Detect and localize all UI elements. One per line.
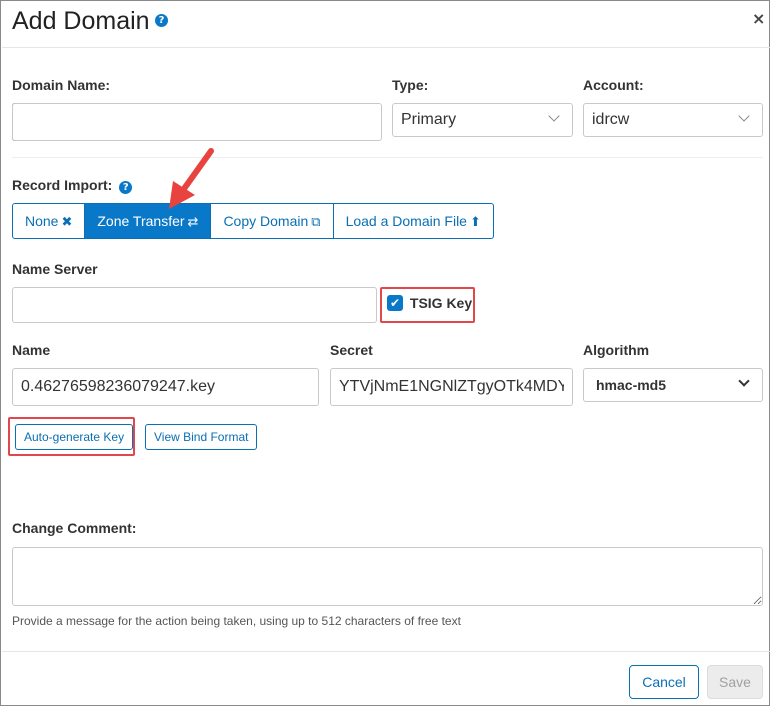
tsig-name-input[interactable] xyxy=(12,368,319,406)
add-domain-dialog: Add Domain ? × Domain Name: Type: Primar… xyxy=(0,0,770,706)
type-label: Type: xyxy=(392,77,429,93)
tsig-secret-label: Secret xyxy=(330,342,373,358)
account-selected-value: idrcw xyxy=(592,111,630,128)
tsig-key-checkbox[interactable]: ✔ TSIG Key xyxy=(387,294,473,312)
domain-name-label: Domain Name: xyxy=(12,77,111,93)
domain-name-input[interactable] xyxy=(12,103,382,141)
name-server-input[interactable] xyxy=(12,287,377,323)
view-bind-format-button[interactable]: View Bind Format xyxy=(145,424,258,450)
algorithm-select[interactable]: hmac-md5 xyxy=(583,368,763,402)
dialog-title: Add Domain xyxy=(12,7,150,35)
zone-transfer-label: Zone Transfer xyxy=(97,213,185,229)
upload-icon: ⬆ xyxy=(469,215,481,230)
name-server-label: Name Server xyxy=(12,261,98,277)
account-label: Account: xyxy=(583,77,644,93)
chevron-down-icon xyxy=(738,110,750,122)
record-import-none-button[interactable]: None ✖ xyxy=(12,203,86,239)
record-import-button-group: None ✖ Zone Transfer ⇄ Copy Domain ⧉ Load a… xyxy=(12,203,494,239)
account-select[interactable]: idrcw xyxy=(583,103,763,137)
times-icon: ✖ xyxy=(61,215,73,230)
load-file-label: Load a Domain File xyxy=(345,213,467,229)
tsig-key-label: TSIG Key xyxy=(409,295,473,312)
type-select[interactable]: Primary xyxy=(392,103,573,137)
section-divider xyxy=(12,157,763,158)
exchange-icon: ⇄ xyxy=(187,215,199,230)
copy-domain-label: Copy Domain xyxy=(223,213,309,229)
footer-divider xyxy=(2,651,770,652)
chevron-down-icon xyxy=(548,110,560,122)
record-import-label-text: Record Import: xyxy=(12,177,113,193)
close-icon[interactable]: × xyxy=(752,9,765,28)
algorithm-label: Algorithm xyxy=(583,342,650,358)
chevron-down-icon xyxy=(738,375,750,387)
annotation-arrow-icon xyxy=(169,148,214,209)
record-import-label: Record Import: ? xyxy=(12,177,133,194)
none-label: None xyxy=(25,213,59,229)
tsig-secret-input[interactable] xyxy=(330,368,573,406)
save-button[interactable]: Save xyxy=(707,665,763,699)
header-divider xyxy=(2,47,770,48)
record-import-load-file-button[interactable]: Load a Domain File ⬆ xyxy=(332,203,494,239)
copy-icon: ⧉ xyxy=(311,215,321,230)
help-icon[interactable]: ? xyxy=(155,14,168,27)
record-import-copy-domain-button[interactable]: Copy Domain ⧉ xyxy=(210,203,334,239)
cancel-button[interactable]: Cancel xyxy=(629,665,699,699)
checkbox-checked-icon: ✔ xyxy=(387,295,403,312)
tsig-name-label: Name xyxy=(12,342,51,358)
help-icon[interactable]: ? xyxy=(119,181,133,194)
change-comment-label: Change Comment: xyxy=(12,520,137,536)
algorithm-selected-value: hmac-md5 xyxy=(596,377,667,393)
type-selected-value: Primary xyxy=(401,111,457,128)
comment-hint-text: Provide a message for the action being t… xyxy=(12,614,461,628)
auto-generate-key-button[interactable]: Auto-generate Key xyxy=(15,424,134,450)
change-comment-textarea[interactable] xyxy=(12,547,763,606)
